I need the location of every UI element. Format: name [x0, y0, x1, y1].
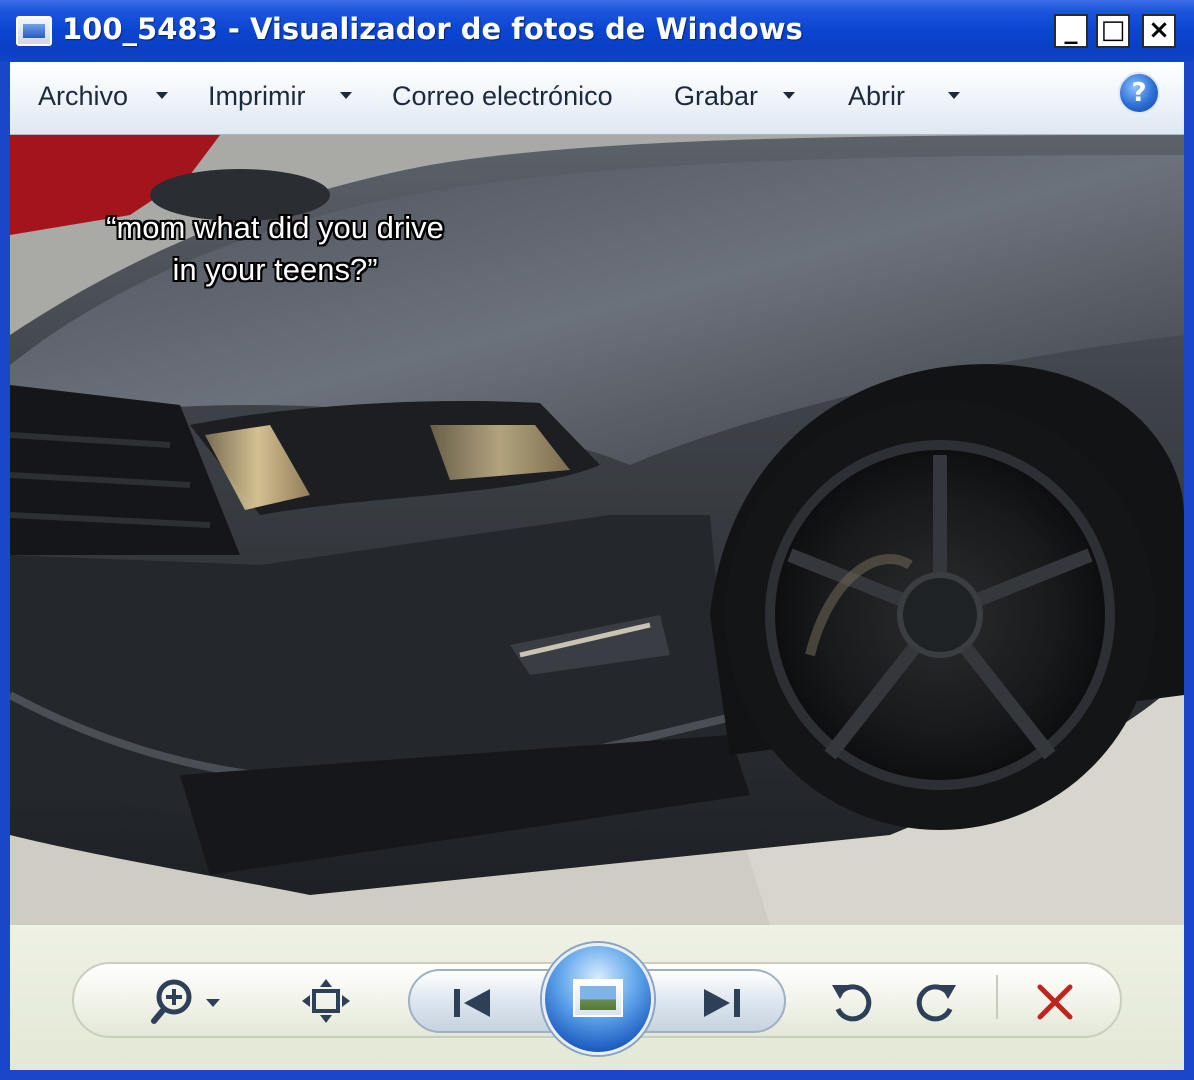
control-separator	[996, 975, 998, 1019]
zoom-button[interactable]	[150, 977, 230, 1024]
photo-viewer-window: 100_5483 - Visualizador de fotos de Wind…	[0, 0, 1194, 1080]
help-icon[interactable]: ?	[1118, 72, 1160, 114]
help-icon-glyph: ?	[1131, 78, 1147, 108]
slideshow-button[interactable]	[542, 943, 654, 1055]
title-bar[interactable]: 100_5483 - Visualizador de fotos de Wind…	[0, 0, 1194, 62]
photo-viewer-app-icon	[16, 16, 52, 46]
maximize-icon: □	[1100, 15, 1126, 45]
rotate-counterclockwise-button[interactable]	[828, 977, 874, 1025]
minimize-button[interactable]: _	[1054, 14, 1088, 48]
previous-icon	[454, 989, 490, 1017]
menu-archivo-label: Archivo	[38, 81, 129, 111]
photo-display: “mom what did you drive in your teens?”	[10, 135, 1184, 925]
caption-line-2: in your teens?”	[172, 252, 378, 287]
menu-correo-label: Correo electrónico	[392, 81, 613, 111]
control-bar	[10, 925, 1184, 1070]
menu-abrir-label: Abrir	[848, 81, 906, 111]
fit-to-window-icon	[302, 979, 350, 1023]
menu-abrir-chevron-down-icon[interactable]	[948, 92, 960, 99]
menu-archivo-chevron-down-icon[interactable]	[156, 92, 168, 99]
delete-button[interactable]	[1034, 981, 1076, 1023]
minimize-icon: _	[1064, 15, 1078, 45]
photo-caption: “mom what did you drive in your teens?”	[70, 207, 480, 291]
menu-grabar-label: Grabar	[674, 81, 759, 111]
next-icon	[704, 989, 740, 1017]
rotate-counterclockwise-icon	[832, 984, 872, 1022]
menu-correo[interactable]: Correo electrónico	[392, 76, 613, 116]
menu-imprimir[interactable]: Imprimir	[208, 76, 305, 116]
delete-icon	[1037, 984, 1073, 1020]
menu-bar: Archivo Imprimir Correo electrónico Grab…	[10, 62, 1184, 135]
menu-imprimir-chevron-down-icon[interactable]	[340, 92, 352, 99]
next-button[interactable]	[700, 983, 744, 1023]
rotate-clockwise-button[interactable]	[914, 977, 960, 1025]
menu-archivo[interactable]: Archivo	[38, 76, 128, 116]
menu-abrir[interactable]: Abrir	[848, 76, 905, 116]
window-title: 100_5483 - Visualizador de fotos de Wind…	[62, 12, 803, 46]
previous-button[interactable]	[450, 983, 494, 1023]
rotate-clockwise-icon	[916, 984, 956, 1022]
maximize-button[interactable]: □	[1096, 14, 1130, 48]
zoom-icon	[151, 979, 220, 1024]
menu-grabar[interactable]: Grabar	[674, 76, 758, 116]
close-button[interactable]: ×	[1142, 14, 1176, 48]
caption-line-1: “mom what did you drive	[106, 210, 444, 245]
menu-grabar-chevron-down-icon[interactable]	[783, 92, 795, 99]
fit-to-window-button[interactable]	[300, 977, 352, 1025]
menu-imprimir-label: Imprimir	[208, 81, 306, 111]
slideshow-icon	[573, 979, 623, 1017]
close-icon: ×	[1148, 15, 1170, 45]
